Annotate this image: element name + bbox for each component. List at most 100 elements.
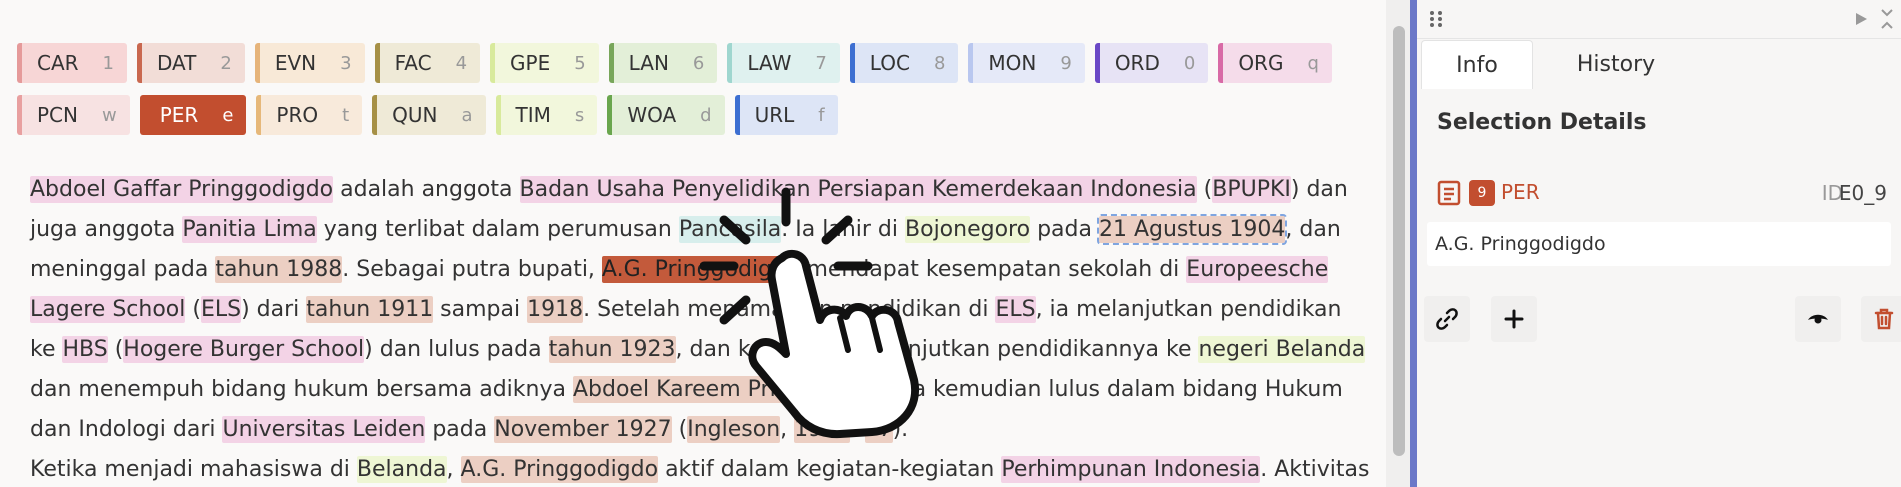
entity-span[interactable]: Ingleson (687, 416, 781, 443)
entity-span[interactable]: Pancasila (678, 216, 782, 243)
drag-handle-icon[interactable] (1429, 10, 1443, 28)
label-name: WOA (627, 103, 677, 127)
entity-span[interactable]: 77 (864, 416, 893, 443)
panel-divider[interactable] (1410, 0, 1417, 487)
label-pro-button[interactable]: PRO t (256, 95, 363, 135)
entity-span[interactable]: ELS (200, 296, 242, 323)
plain-text: meninggal pada (30, 257, 216, 282)
label-name: QUN (392, 103, 438, 127)
entity-span[interactable]: Perhimpunan Indonesia (1001, 456, 1261, 483)
label-ord-button[interactable]: ORD 0 (1094, 43, 1209, 83)
plain-text: ( (1196, 177, 1213, 202)
link-button[interactable] (1424, 296, 1470, 342)
entity-span[interactable]: 1993 (794, 416, 851, 443)
plain-text: ( (107, 337, 124, 362)
scrollbar-thumb[interactable] (1393, 26, 1405, 456)
entity-span-selected[interactable]: A.G. Pringgodigdo (601, 256, 800, 283)
entity-span[interactable]: Universitas Leiden (222, 416, 426, 443)
label-row: CAR 1 DAT 2 EVN 3 FAC 4 GPE 5 LAN 6 LAW 7 LOC 8 MON 9 ORD 0… (17, 43, 1357, 83)
label-hotkey: a (461, 104, 473, 126)
label-fac-button[interactable]: FAC 4 (374, 43, 481, 83)
tab-label: History (1576, 51, 1656, 77)
panel-header (1417, 0, 1901, 39)
entity-span[interactable]: 1918 (527, 296, 584, 323)
plain-text: dan menempuh bidang hukum bersama adikny… (30, 377, 573, 402)
entity-span[interactable]: Europeesche (1186, 256, 1329, 283)
region-number-badge: 9 (1469, 180, 1495, 206)
entity-span[interactable]: tahun 1911 (306, 296, 434, 323)
text-line: juga anggota Panitia Lima yang terlibat … (30, 210, 1376, 250)
label-name: LOC (869, 51, 910, 75)
label-pcn-button[interactable]: PCN w (17, 95, 130, 135)
label-loc-button[interactable]: LOC 8 (849, 43, 959, 83)
label-hotkey: 6 (692, 52, 705, 74)
plain-text: ( (671, 417, 688, 442)
label-bar: CAR 1 DAT 2 EVN 3 FAC 4 GPE 5 LAN 6 LAW 7 LOC 8 MON 9 ORD 0… (17, 43, 1357, 147)
label-mon-button[interactable]: MON 9 (968, 43, 1085, 83)
label-row: PCN w PER e PRO t QUN a TIM s WOA d URL f (17, 95, 1357, 135)
label-evn-button[interactable]: EVN 3 (254, 43, 365, 83)
label-org-button[interactable]: ORG q (1218, 43, 1332, 83)
text-line: Ketika menjadi mahasiswa di Belanda, A.G… (30, 450, 1376, 487)
entity-span[interactable]: Badan Usaha Penyelidikan Persiapan Kemer… (519, 176, 1197, 203)
label-hotkey: d (700, 104, 712, 126)
entity-span[interactable]: Lagere School (30, 296, 186, 323)
label-hotkey: 8 (933, 52, 946, 74)
label-law-button[interactable]: LAW 7 (727, 43, 840, 83)
label-per-button[interactable]: PER e (139, 95, 247, 135)
plain-text: adalah anggota (333, 177, 520, 202)
play-icon[interactable] (1854, 12, 1868, 26)
label-hotkey: 1 (102, 52, 114, 74)
label-name: FAC (394, 51, 432, 75)
entity-span[interactable]: Bojonegoro (905, 216, 1031, 243)
entity-span[interactable]: HBS (62, 336, 108, 363)
label-qun-button[interactable]: QUN a (372, 95, 486, 135)
label-dat-button[interactable]: DAT 2 (137, 43, 245, 83)
plain-text: , dan kemudian melanjutkan pendidikannya… (675, 337, 1199, 362)
label-hotkey: 5 (574, 52, 586, 74)
text-line: dan Indologi dari Universitas Leiden pad… (30, 410, 1376, 450)
entity-span[interactable]: November 1927 (494, 416, 672, 443)
plain-text: : (850, 417, 865, 442)
label-gpe-button[interactable]: GPE 5 (490, 43, 599, 83)
tab-info[interactable]: Info (1421, 40, 1533, 89)
label-lan-button[interactable]: LAN 6 (608, 43, 718, 83)
entity-span[interactable]: negeri Belanda (1198, 336, 1366, 363)
plain-text: juga anggota (30, 217, 183, 242)
plain-text: dan Indologi dari (30, 417, 223, 442)
add-button[interactable] (1491, 296, 1537, 342)
label-url-button[interactable]: URL f (734, 95, 838, 135)
visibility-button[interactable] (1795, 296, 1841, 342)
plain-text: ). (892, 417, 909, 442)
entity-span[interactable]: tahun 1923 (548, 336, 676, 363)
plain-text: sampai (433, 297, 528, 322)
region-label: PER (1501, 180, 1540, 204)
region-row[interactable]: 9 PER ID E0_9 (1437, 178, 1887, 208)
label-name: LAW (747, 51, 792, 75)
label-woa-button[interactable]: WOA d (607, 95, 725, 135)
entity-span[interactable]: ELS (995, 296, 1036, 323)
entity-span[interactable]: Hogere Burger School (123, 336, 365, 363)
plain-text: . Aktivitas (1260, 457, 1370, 482)
entity-span-related[interactable]: 21 Agustus 1904 (1096, 214, 1288, 245)
label-car-button[interactable]: CAR 1 (17, 43, 127, 83)
entity-span[interactable]: A.G. Pringgodigdo (460, 456, 659, 483)
entity-span[interactable]: Belanda (356, 456, 447, 483)
delete-button[interactable] (1861, 296, 1901, 342)
entity-span[interactable]: Panitia Lima (182, 216, 317, 243)
collapse-icon[interactable] (1879, 8, 1895, 30)
label-tim-button[interactable]: TIM s (495, 95, 598, 135)
section-title: Selection Details (1437, 110, 1647, 135)
entity-span[interactable]: Abdoel Kareem Pringgodigdo (572, 376, 893, 403)
plain-text: pada (425, 417, 495, 442)
label-hotkey: 0 (1183, 52, 1196, 74)
document-text: Abdoel Gaffar Pringgodigdo adalah anggot… (30, 170, 1376, 487)
plain-text: , ia melanjutkan pendidikan (1035, 297, 1342, 322)
eye-icon (1808, 314, 1828, 324)
tab-history[interactable]: History (1531, 40, 1701, 88)
entity-span[interactable]: Abdoel Gaffar Pringgodigdo (30, 176, 334, 203)
list-icon (1437, 180, 1461, 206)
entity-span[interactable]: BPUPKI (1212, 176, 1291, 203)
label-name: ORD (1114, 51, 1160, 75)
entity-span[interactable]: tahun 1988 (215, 256, 343, 283)
